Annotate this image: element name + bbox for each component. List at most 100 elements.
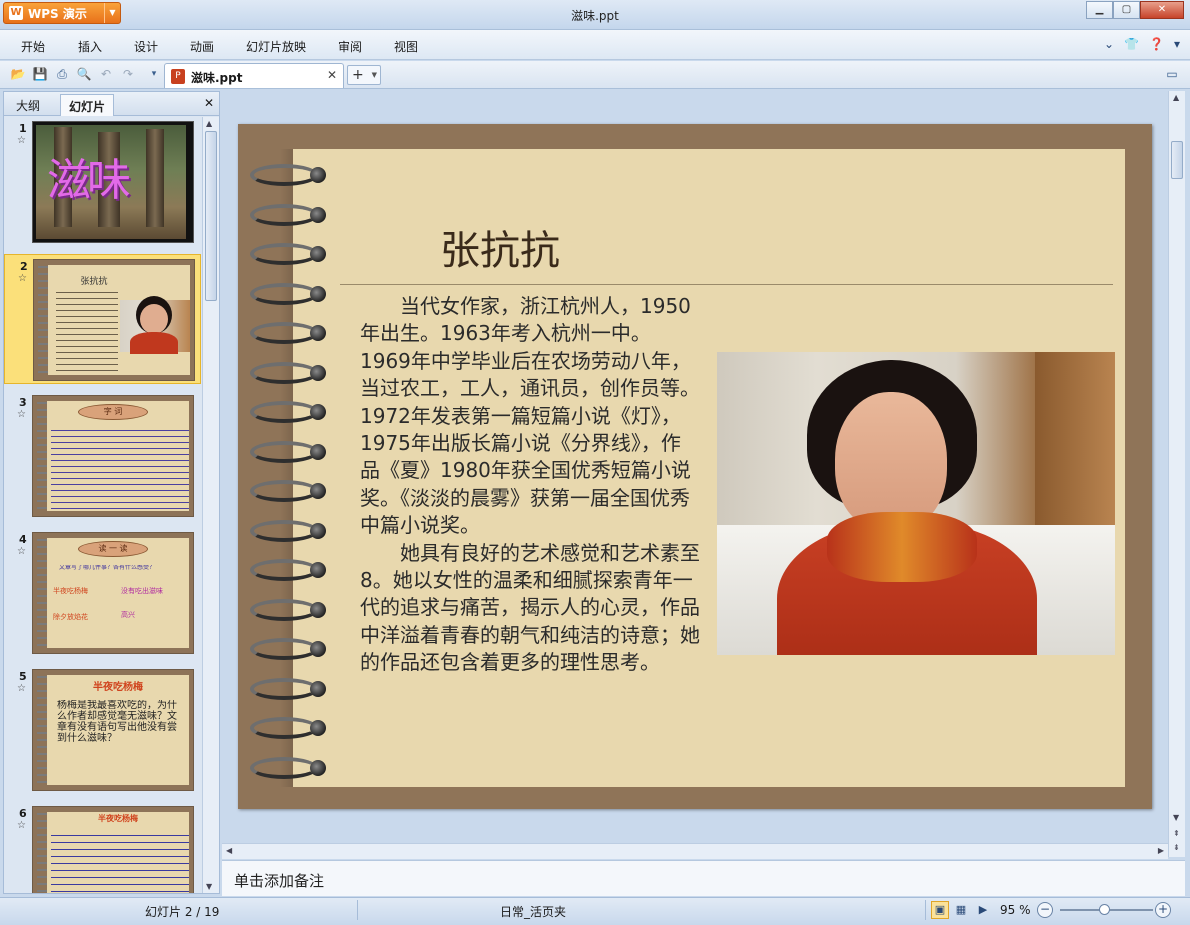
slide-preview-3: 字 词 [32,395,194,517]
slide-2-title: 张抗抗 [80,277,108,287]
spiral-ring [250,598,326,621]
slide-thumbnail-1[interactable]: 1 ☆ 滋味 [4,117,201,247]
tab-slides[interactable]: 幻灯片 [60,94,115,116]
spiral-ring [250,282,326,305]
status-bar: 幻灯片 2 / 19 日常_活页夹 ▣ ▦ ▶ 95 % − + [0,897,1190,925]
ppt-file-icon: P [171,69,185,84]
slide-preview-6: 半夜吃杨梅 [32,806,194,893]
spiral-ring [250,243,326,265]
spiral-ring [250,559,326,581]
spiral-ring [250,756,326,779]
menu-review[interactable]: 审阅 [338,38,362,55]
scroll-right-arrow-icon[interactable]: ▶ [1158,846,1164,855]
notes-placeholder: 单击添加备注 [234,872,325,890]
save-icon[interactable]: 💾 [32,66,48,82]
document-tab-label: 滋味.ppt [191,71,243,85]
quick-access-toolbar: 📂 💾 ⎙ 🔍 ↶ ↷ ▾ P 滋味.ppt ✕ + ▼ ▭ [0,61,1190,89]
animation-star-icon: ☆ [17,820,26,831]
slide-4-title: 读 一 读 [78,541,148,557]
slide-number: 2 [20,260,28,273]
slide-thumbnail-4[interactable]: 4 ☆ 读 一 读 文章写了哪几件事？各有什么感受？ 半夜吃杨梅 没有吃出滋味 … [4,528,201,658]
menu-design[interactable]: 设计 [134,38,158,55]
slides-panel-scrollbar[interactable]: ▲ ▼ [202,117,219,893]
slide-thumbnail-6[interactable]: 6 ☆ 半夜吃杨梅 [4,802,201,893]
close-window-button[interactable]: ✕ [1140,1,1184,19]
author-portrait-photo[interactable] [717,352,1115,655]
window-controls: ▁ ▢ ✕ [1086,1,1184,19]
slide-4-item-3: 除夕放焰花 [53,613,88,621]
spiral-ring [250,717,326,739]
animation-star-icon: ☆ [17,409,26,420]
new-tab-dropdown-icon[interactable]: ▼ [372,66,377,84]
slide-3-title: 字 词 [78,404,148,420]
scroll-left-arrow-icon[interactable]: ◀ [226,846,232,855]
scroll-up-arrow-icon[interactable]: ▲ [1173,93,1179,102]
slide-5-title: 半夜吃杨梅 [93,682,143,693]
slide-horizontal-scrollbar[interactable]: ◀ ▶ [222,843,1168,859]
spiral-ring [250,164,326,186]
slide-number: 3 [19,396,27,409]
slide-preview-4: 读 一 读 文章写了哪几件事？各有什么感受？ 半夜吃杨梅 没有吃出滋味 除夕放焰… [32,532,194,654]
slideshow-view-icon[interactable]: ▶ [974,901,992,919]
zoom-out-icon[interactable]: − [1037,902,1053,918]
paragraph-1: 当代女作家，浙江杭州人，1950年出生。1963年考入杭州一中。1969年中学毕… [360,294,700,538]
slide-5-body: 杨梅是我最喜欢吃的，为什么作者却感觉毫无滋味？文章有没有语句写出他没有尝到什么滋… [57,700,177,744]
zoom-slider-knob[interactable] [1098,904,1110,915]
paragraph-2: 她具有良好的艺术感觉和艺术素至8。她以女性的温柔和细腻探索青年一代的追求与痛苦，… [360,540,700,675]
collapse-ribbon-icon[interactable]: ⌄ [1104,37,1114,51]
menu-home[interactable]: 开始 [21,38,45,55]
close-panel-icon[interactable]: ✕ [204,96,214,110]
slide-number: 4 [19,533,27,546]
slide-thumbnail-2[interactable]: 2 ☆ 张抗抗 [4,254,201,384]
template-name: 日常_活页夹 [500,905,567,919]
menu-slideshow[interactable]: 幻灯片放映 [246,38,306,55]
tab-outline[interactable]: 大纲 [8,94,48,116]
scroll-up-arrow-icon[interactable]: ▲ [206,119,212,128]
help-icon[interactable]: ❓ [1149,37,1164,51]
notes-pane[interactable]: 单击添加备注 [222,860,1185,896]
title-divider [340,284,1113,285]
open-folder-icon[interactable]: 📂 [10,66,26,82]
document-tab[interactable]: P 滋味.ppt ✕ [164,63,344,88]
new-tab-button[interactable]: + ▼ [347,65,381,85]
normal-view-icon[interactable]: ▣ [931,901,949,919]
print-preview-icon[interactable]: 🔍 [76,66,92,82]
skin-icon[interactable]: 👕 [1124,37,1139,51]
spiral-ring [250,638,326,660]
minimize-button[interactable]: ▁ [1086,1,1113,19]
slide-preview-1: 滋味 [32,121,194,243]
animation-star-icon: ☆ [17,135,26,146]
scroll-down-arrow-icon[interactable]: ▼ [1173,813,1179,822]
window-switch-icon[interactable]: ▭ [1164,66,1180,82]
slide-preview-2: 张抗抗 [33,259,195,381]
slide-sorter-view-icon[interactable]: ▦ [952,901,970,919]
maximize-button[interactable]: ▢ [1113,1,1140,19]
scroll-thumb[interactable] [1171,141,1183,179]
next-slide-icon[interactable]: ⇟ [1173,843,1180,852]
menu-animation[interactable]: 动画 [190,38,214,55]
zoom-in-icon[interactable]: + [1155,902,1171,918]
close-tab-icon[interactable]: ✕ [327,68,337,82]
undo-icon[interactable]: ↶ [98,66,114,82]
previous-slide-icon[interactable]: ⇞ [1173,829,1180,838]
redo-icon[interactable]: ↷ [120,66,136,82]
slide-body-text[interactable]: 当代女作家，浙江杭州人，1950年出生。1963年考入杭州一中。1969年中学毕… [360,293,700,677]
animation-star-icon: ☆ [17,546,26,557]
slide-4-question: 文章写了哪几件事？各有什么感受？ [59,565,156,571]
customize-toolbar-icon[interactable]: ▾ [146,66,162,82]
scroll-down-arrow-icon[interactable]: ▼ [206,882,212,891]
help-dropdown-icon[interactable]: ▾ [1174,37,1180,51]
slide-6-title: 半夜吃杨梅 [98,814,138,823]
slide-thumbnail-list: 1 ☆ 滋味 2 ☆ 张抗抗 3 ☆ 字 词 4 ☆ 读 一 读 文章写了哪几件… [4,117,201,893]
menu-bar: 开始 插入 设计 动画 幻灯片放映 审阅 视图 ⌄ 👕 ❓ ▾ [0,30,1190,60]
scroll-thumb[interactable] [205,131,217,301]
slide-thumbnail-5[interactable]: 5 ☆ 半夜吃杨梅 杨梅是我最喜欢吃的，为什么作者却感觉毫无滋味？文章有没有语句… [4,665,201,795]
slide-vertical-scrollbar[interactable]: ▲ ▼ ⇞ ⇟ [1168,91,1185,857]
spiral-ring [250,361,326,384]
slide-title[interactable]: 张抗抗 [440,218,560,276]
menu-view[interactable]: 视图 [394,38,418,55]
print-icon[interactable]: ⎙ [54,66,70,82]
menu-insert[interactable]: 插入 [78,38,102,55]
slide-thumbnail-3[interactable]: 3 ☆ 字 词 [4,391,201,521]
spiral-ring [250,322,326,344]
